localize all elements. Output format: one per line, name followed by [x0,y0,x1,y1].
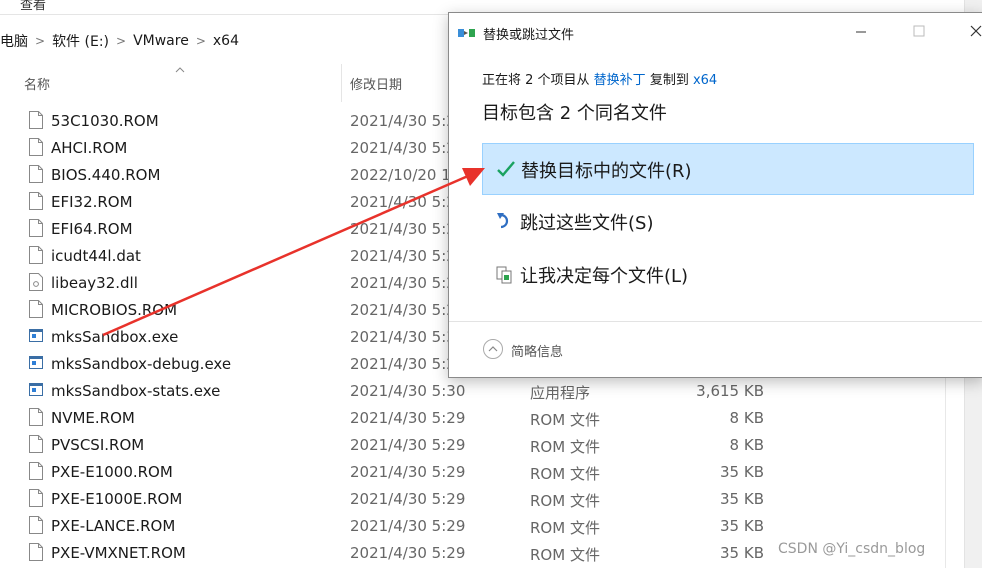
annotation-arrow [102,168,485,337]
watermark: CSDN @Yi_csdn_blog [778,541,926,557]
